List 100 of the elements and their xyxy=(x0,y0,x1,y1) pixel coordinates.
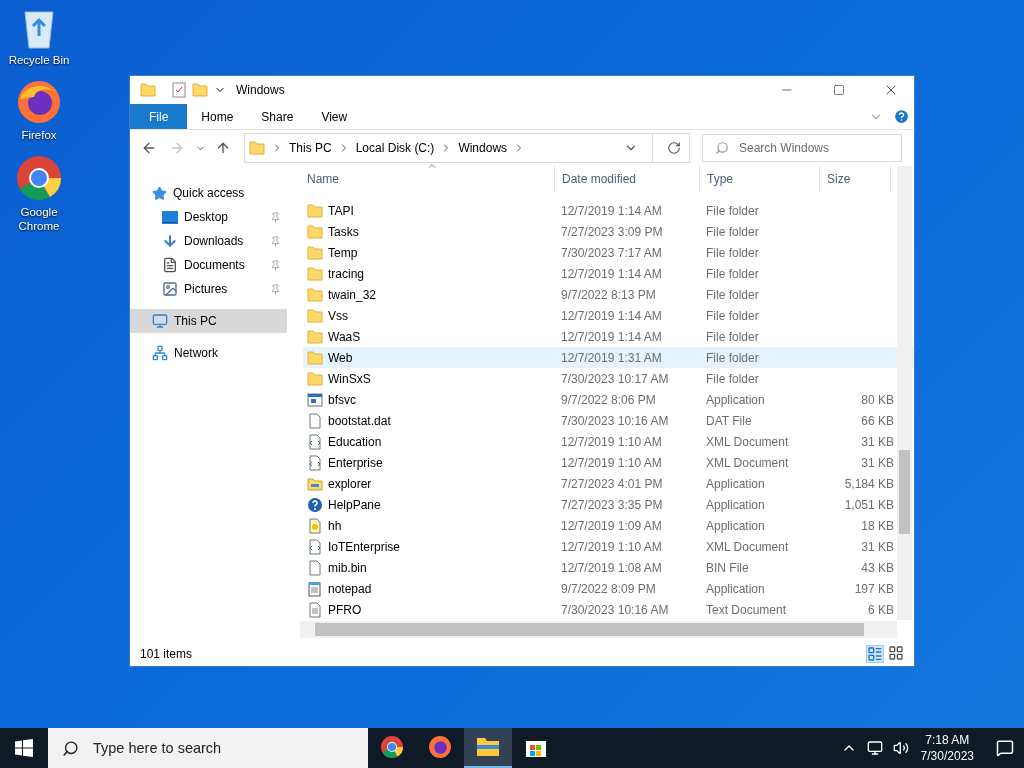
folder-icon xyxy=(307,287,323,302)
nav-item[interactable]: Quick access xyxy=(130,181,287,205)
file-row[interactable]: HelpPane 7/27/2023 3:35 PM Application 1,051 KB xyxy=(303,494,914,515)
file-name: Temp xyxy=(328,245,358,260)
clock[interactable]: 7:18 AM 7/30/2023 xyxy=(920,732,974,764)
date-modified: 7/30/2023 10:16 AM xyxy=(560,602,670,617)
maximize-icon[interactable] xyxy=(833,84,845,96)
date-modified: 9/7/2022 8:13 PM xyxy=(560,287,657,302)
window-title: Windows xyxy=(236,83,286,97)
breadcrumb[interactable]: Local Disk (C:) xyxy=(355,141,435,155)
taskbar-search-box[interactable]: Type here to search xyxy=(48,728,368,768)
file-row[interactable]: TAPI 12/7/2019 1:14 AM File folder xyxy=(303,200,914,221)
file-size: 6 KB xyxy=(867,602,894,617)
search-box[interactable]: Search Windows xyxy=(702,134,902,162)
file-row[interactable]: WinSxS 7/30/2023 10:17 AM File folder xyxy=(303,368,914,389)
column-header[interactable]: Size xyxy=(820,166,891,192)
file-row[interactable]: WaaS 12/7/2019 1:14 AM File folder xyxy=(303,326,914,347)
nav-item[interactable]: Downloads xyxy=(130,229,287,253)
properties-icon[interactable] xyxy=(172,82,186,98)
breadcrumb[interactable]: Windows xyxy=(458,141,508,155)
file-row[interactable]: mib.bin 12/7/2019 1:08 AM BIN File 43 KB xyxy=(303,557,914,578)
folder-icon xyxy=(307,350,323,365)
file-name: WaaS xyxy=(328,329,361,344)
volume-icon[interactable] xyxy=(892,740,909,756)
folder-icon xyxy=(307,245,323,260)
file-name: explorer xyxy=(328,476,372,491)
pin-icon[interactable] xyxy=(270,211,281,223)
folder-icon xyxy=(307,203,323,218)
nav-item[interactable]: Network xyxy=(130,341,287,365)
date-modified: 12/7/2019 1:31 AM xyxy=(560,350,663,365)
scroll-thumb[interactable] xyxy=(899,450,910,534)
file-row[interactable]: PFRO 7/30/2023 10:16 AM Text Document 6 KB xyxy=(303,599,914,620)
search-icon xyxy=(715,141,729,155)
address-bar[interactable]: This PC Local Disk (C:) Windows xyxy=(244,133,690,163)
scroll-thumb[interactable] xyxy=(315,623,864,636)
file-type: Application xyxy=(705,497,766,512)
folder-icon xyxy=(192,83,208,97)
nav-item[interactable]: Pictures xyxy=(130,277,287,301)
xml-file-icon xyxy=(307,433,323,450)
folder-icon xyxy=(307,371,323,386)
file-row[interactable]: Temp 7/30/2023 7:17 AM File folder xyxy=(303,242,914,263)
folder-icon xyxy=(476,737,500,757)
taskbar-app[interactable] xyxy=(464,728,512,768)
date-modified: 12/7/2019 1:09 AM xyxy=(560,518,663,533)
column-header[interactable]: Name xyxy=(300,166,555,192)
nav-item[interactable]: This PC xyxy=(130,309,287,333)
breadcrumb[interactable]: This PC xyxy=(289,141,332,155)
file-row[interactable]: Education 12/7/2019 1:10 AM XML Document 31 KB xyxy=(303,431,914,452)
ribbon-tab[interactable]: View xyxy=(307,104,362,129)
file-row[interactable]: Enterprise 12/7/2019 1:10 AM XML Document 31 KB xyxy=(303,452,914,473)
horizontal-scrollbar[interactable] xyxy=(300,621,897,638)
file-row[interactable]: Tasks 7/27/2023 3:09 PM File folder xyxy=(303,221,914,242)
help-file-icon xyxy=(307,517,323,534)
computer-icon xyxy=(152,313,168,329)
ribbon-tab[interactable]: Share xyxy=(247,104,308,129)
notepad-icon xyxy=(307,580,323,597)
file-row[interactable]: bootstat.dat 7/30/2023 10:16 AM DAT File 66 KB xyxy=(303,410,914,431)
chrome-icon[interactable] xyxy=(15,154,63,202)
pin-icon[interactable] xyxy=(270,259,281,271)
nav-item[interactable]: Desktop xyxy=(130,205,287,229)
file-name: TAPI xyxy=(328,203,354,218)
xml-file-icon xyxy=(307,538,323,555)
file-row[interactable]: explorer 7/27/2023 4:01 PM Application 5,184 KB xyxy=(303,473,914,494)
pin-icon[interactable] xyxy=(270,235,281,247)
file-type: BIN File xyxy=(705,560,750,575)
file-row[interactable]: Web 12/7/2019 1:31 AM File folder xyxy=(303,347,914,368)
file-type: File folder xyxy=(705,308,760,323)
date-modified: 7/30/2023 10:17 AM xyxy=(560,371,670,386)
download-icon xyxy=(162,233,178,249)
taskbar-search-field[interactable]: Type here to search xyxy=(91,739,368,757)
file-type: File folder xyxy=(705,203,760,218)
notifications-icon[interactable] xyxy=(996,739,1014,757)
pin-icon[interactable] xyxy=(270,283,281,295)
windows-logo-icon[interactable] xyxy=(15,739,33,757)
firefox-icon[interactable] xyxy=(16,79,62,125)
file-row[interactable]: bfsvc 9/7/2022 8:06 PM Application 80 KB xyxy=(303,389,914,410)
file-row[interactable]: IoTEnterprise 12/7/2019 1:10 AM XML Document 31 KB xyxy=(303,536,914,557)
file-type: File folder xyxy=(705,371,760,386)
date-modified: 12/7/2019 1:10 AM xyxy=(560,434,663,449)
file-type: Application xyxy=(705,392,766,407)
ribbon-tab[interactable]: Home xyxy=(187,104,248,129)
help-icon[interactable] xyxy=(893,108,910,125)
file-name: notepad xyxy=(328,581,372,596)
nav-item[interactable]: Documents xyxy=(130,253,287,277)
refresh-icon[interactable] xyxy=(667,141,681,155)
column-header[interactable]: Date modified xyxy=(555,166,700,192)
file-row[interactable]: twain_32 9/7/2022 8:13 PM File folder xyxy=(303,284,914,305)
file-row[interactable]: Vss 12/7/2019 1:14 AM File folder xyxy=(303,305,914,326)
details-view-icon[interactable] xyxy=(866,645,884,663)
network-icon[interactable] xyxy=(866,740,883,756)
file-row[interactable]: notepad 9/7/2022 8:09 PM Application 197 KB xyxy=(303,578,914,599)
folder-window-icon xyxy=(307,475,323,492)
column-header[interactable]: Type xyxy=(700,166,820,192)
tiles-view-icon[interactable] xyxy=(888,645,904,661)
vertical-scrollbar[interactable] xyxy=(897,166,912,620)
file-menu[interactable]: File xyxy=(130,104,188,129)
file-type: Text Document xyxy=(705,602,788,617)
folder-icon xyxy=(140,83,156,97)
file-row[interactable]: hh 12/7/2019 1:09 AM Application 18 KB xyxy=(303,515,914,536)
file-row[interactable]: tracing 12/7/2019 1:14 AM File folder xyxy=(303,263,914,284)
